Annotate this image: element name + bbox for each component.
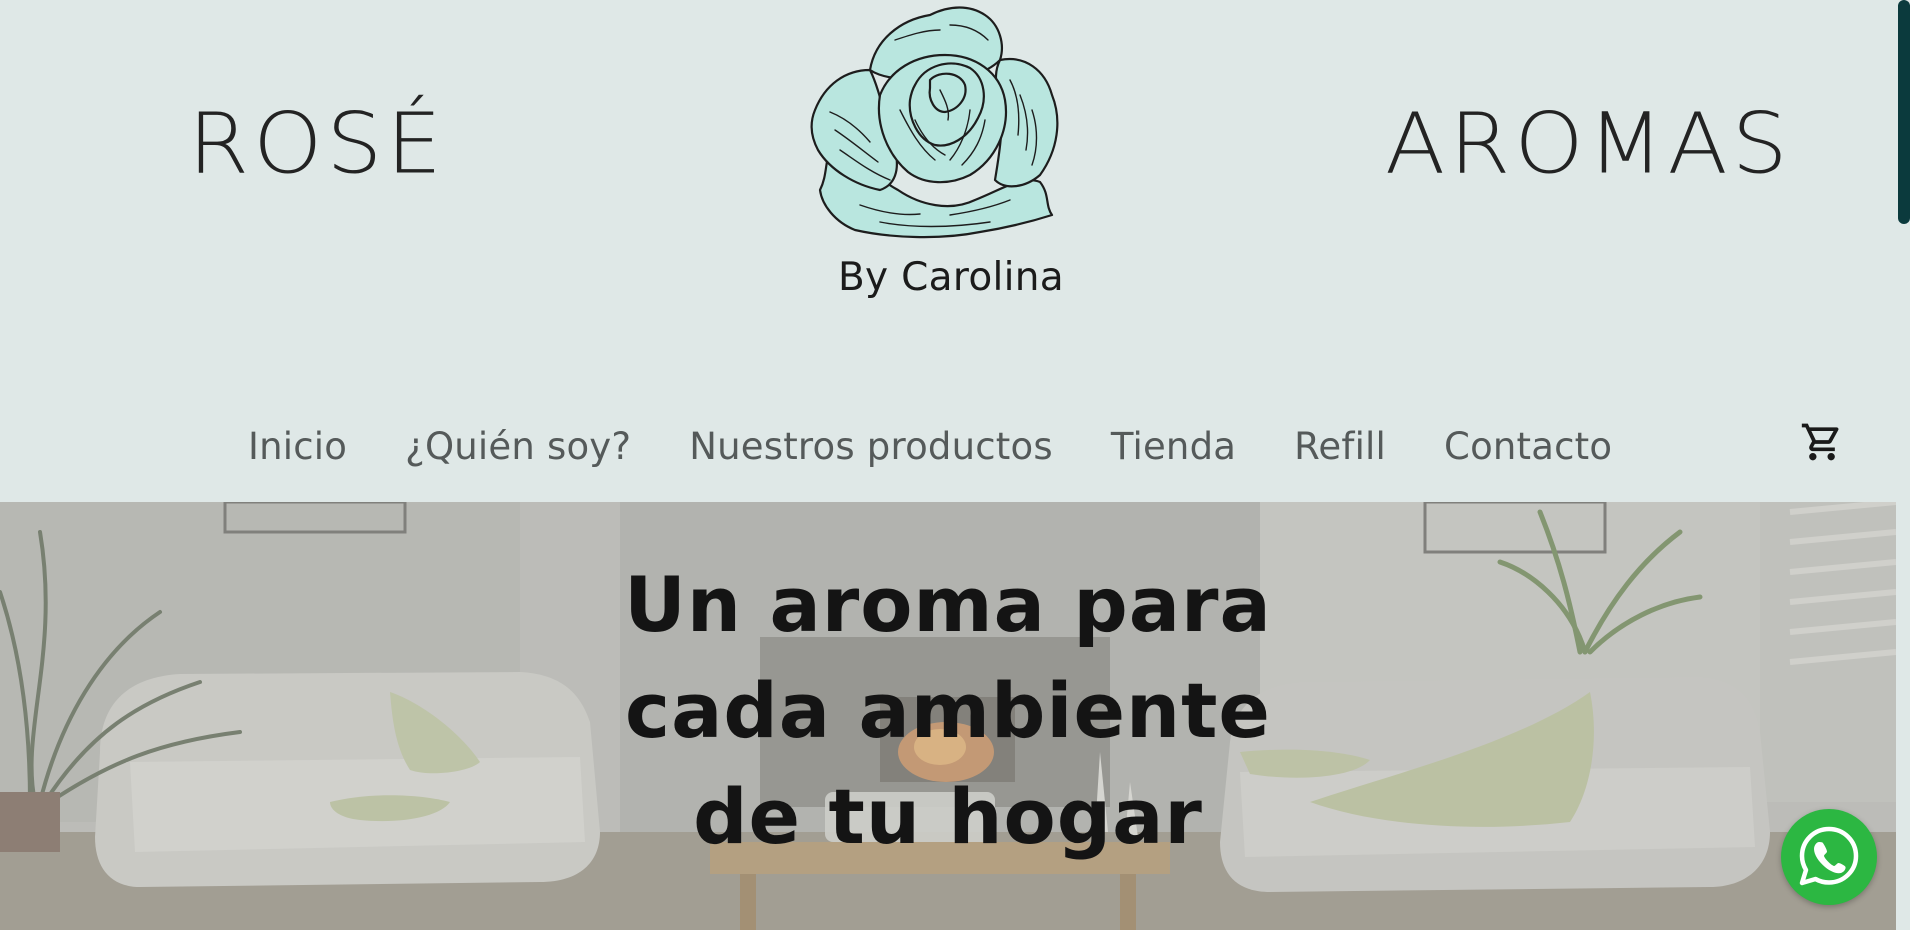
shopping-cart-icon[interactable] [1800,420,1844,464]
hero-headline-line-1: Un aroma para [624,560,1272,649]
hero-headline-line-3: de tu hogar [693,772,1203,861]
hero-headline-line-2: cada ambiente [625,666,1271,755]
nav-item-inicio[interactable]: Inicio [248,425,347,468]
hero-headline: Un aroma para cada ambiente de tu hogar [0,552,1896,870]
nav-item-nuestros-productos[interactable]: Nuestros productos [689,425,1053,468]
scrollbar-thumb[interactable] [1898,0,1910,224]
main-nav: Inicio ¿Quién soy? Nuestros productos Ti… [248,418,1612,474]
rose-icon[interactable] [800,0,1090,245]
brand-word-left: ROSÉ [188,94,446,193]
brand-byline: By Carolina [838,255,1064,300]
site-header: ROSÉ By Carolina AROMAS Inicio ¿Quién so… [0,0,1896,502]
nav-item-quien-soy[interactable]: ¿Quién soy? [405,425,631,468]
brand-word-right: AROMAS [1385,94,1792,193]
nav-item-tienda[interactable]: Tienda [1111,425,1236,468]
nav-item-refill[interactable]: Refill [1294,425,1386,468]
whatsapp-icon [1799,826,1859,886]
page: ROSÉ By Carolina AROMAS Inicio ¿Quién so… [0,0,1910,930]
nav-item-contacto[interactable]: Contacto [1444,425,1612,468]
hero-banner: Un aroma para cada ambiente de tu hogar [0,502,1896,930]
whatsapp-button[interactable] [1781,809,1877,905]
